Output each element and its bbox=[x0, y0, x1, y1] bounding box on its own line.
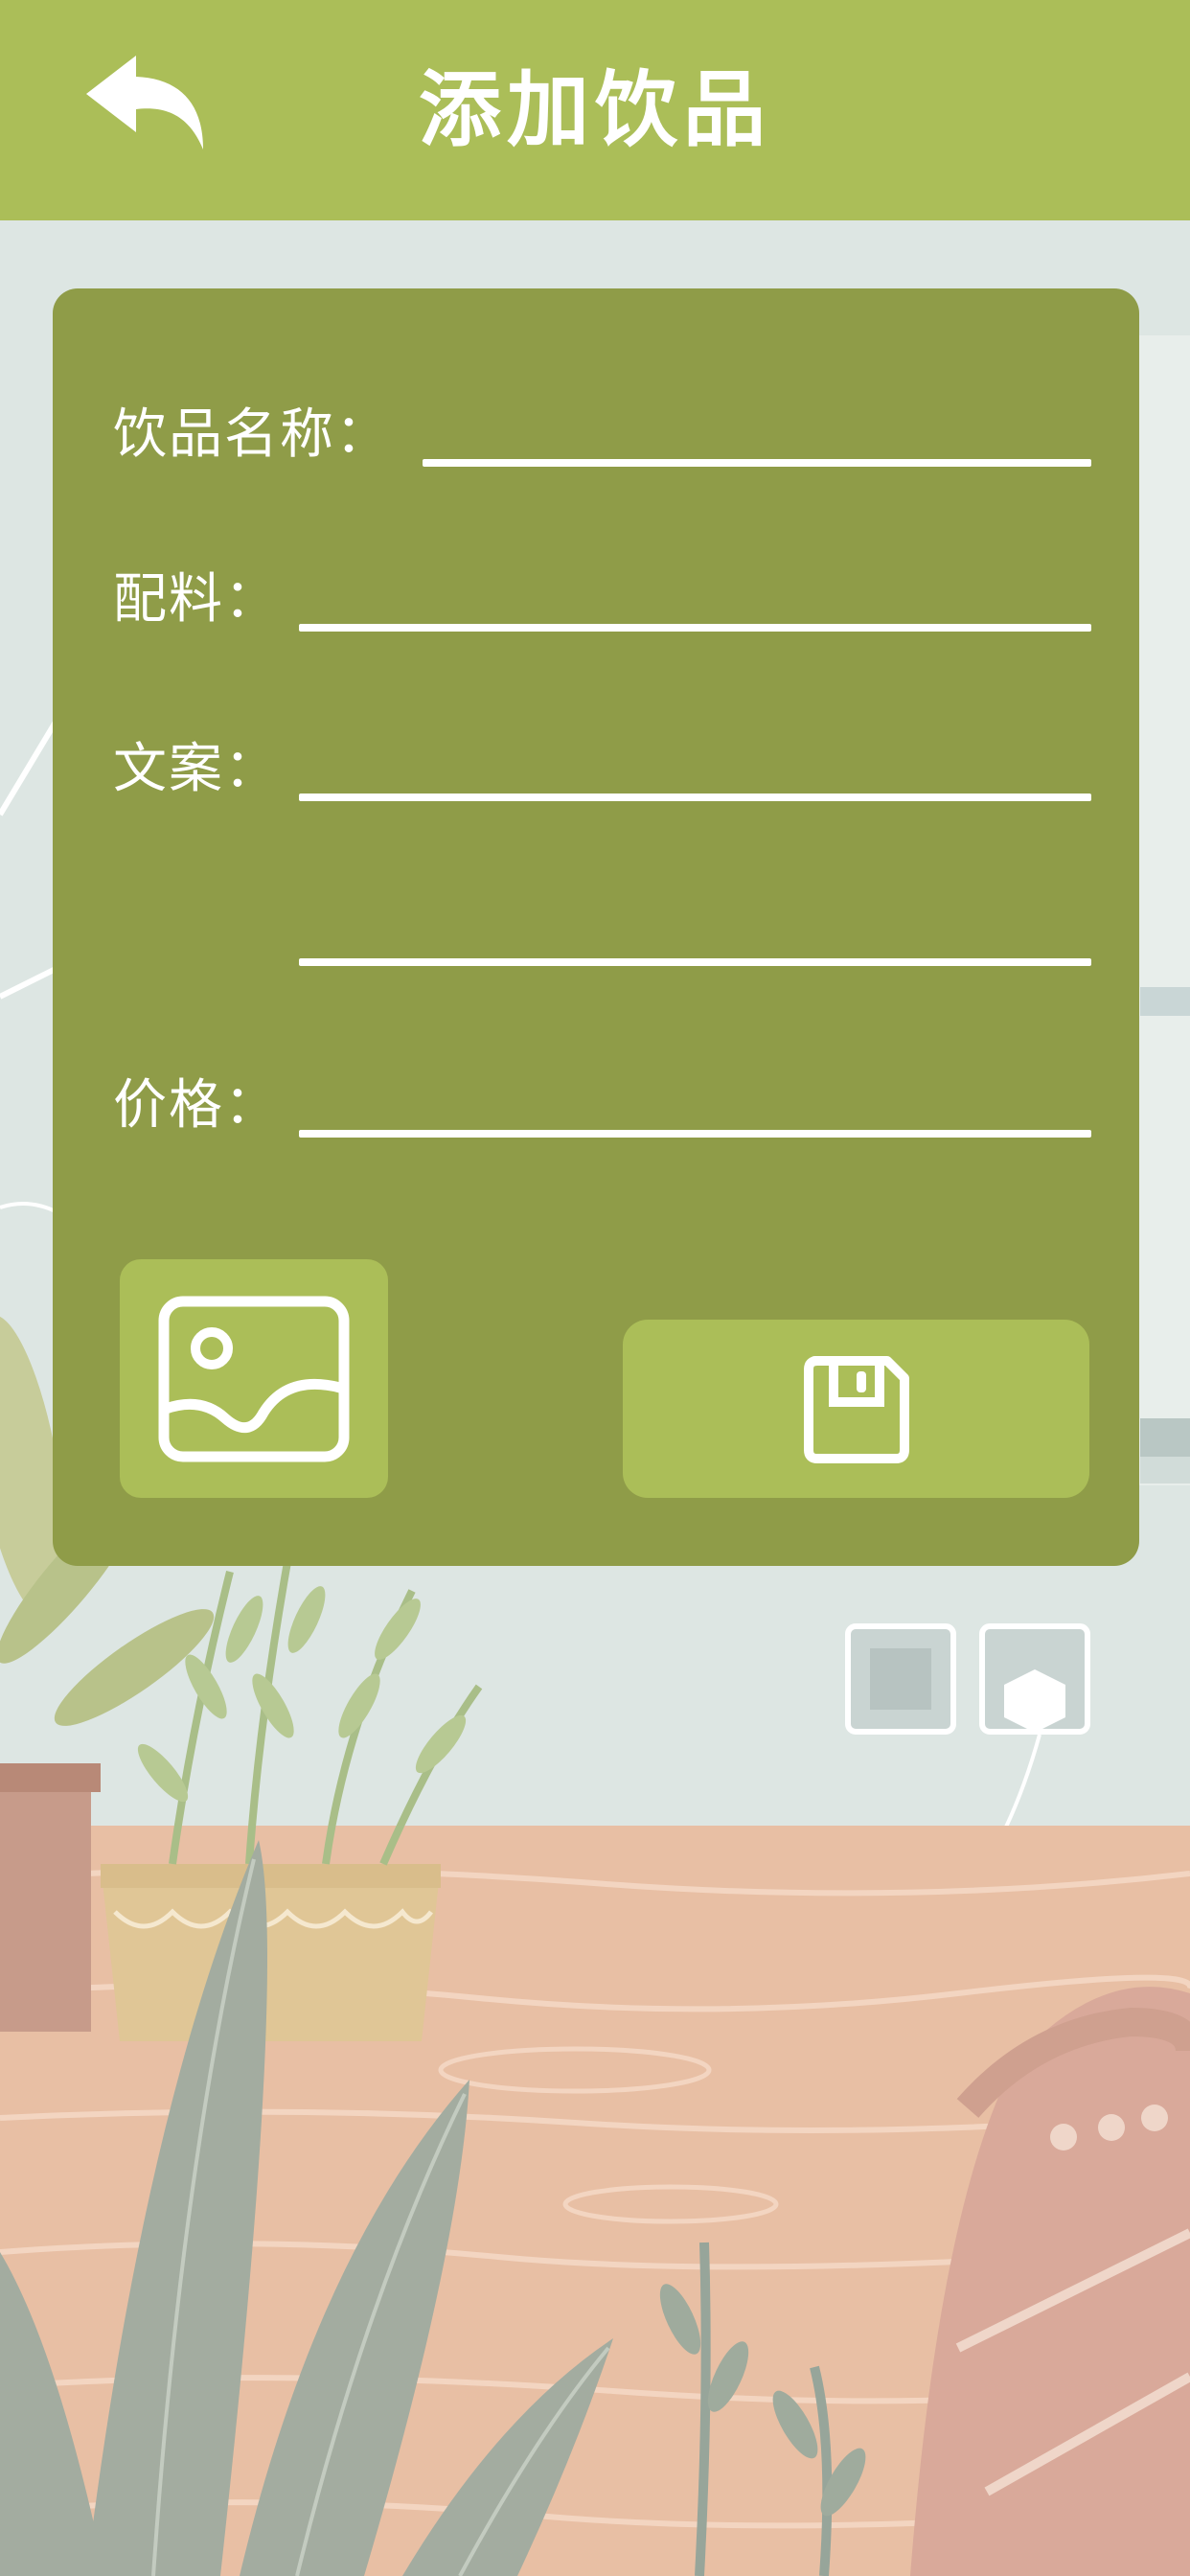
save-icon bbox=[804, 1356, 909, 1463]
price-label: 价格： bbox=[113, 1074, 280, 1137]
copy-input-line-1[interactable] bbox=[299, 794, 1091, 801]
save-button[interactable] bbox=[623, 1320, 1089, 1498]
image-icon bbox=[158, 1296, 350, 1462]
header-bar: 添加饮品 bbox=[0, 0, 1190, 220]
price-input[interactable] bbox=[299, 1130, 1091, 1138]
copy-label: 文案： bbox=[113, 738, 280, 800]
page-title: 添加饮品 bbox=[419, 62, 771, 158]
add-drink-form: 饮品名称： 配料： 文案： 价格： bbox=[53, 288, 1139, 1566]
copy-input-line-2[interactable] bbox=[299, 958, 1091, 966]
drink-name-input[interactable] bbox=[423, 459, 1091, 467]
ingredients-input[interactable] bbox=[299, 624, 1091, 632]
drink-name-label: 饮品名称： bbox=[113, 403, 391, 466]
ingredients-label: 配料： bbox=[113, 568, 280, 631]
select-image-button[interactable] bbox=[120, 1259, 388, 1498]
